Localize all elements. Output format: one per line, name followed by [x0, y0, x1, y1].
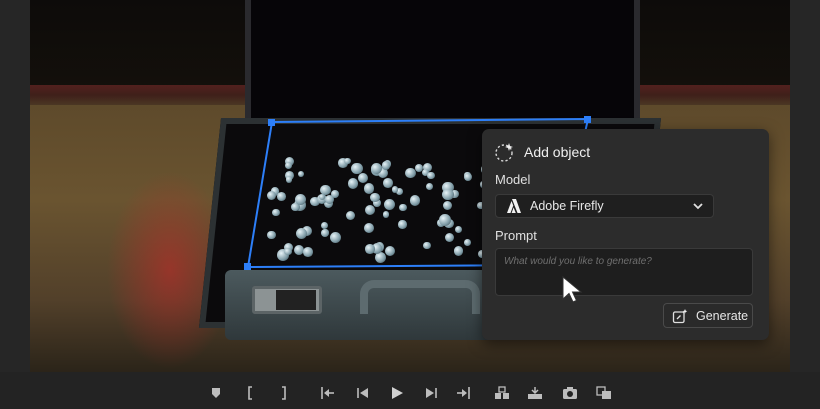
- play-icon[interactable]: [389, 386, 405, 400]
- go-to-in-icon[interactable]: [319, 386, 335, 400]
- add-object-sparkle-icon: [495, 143, 513, 162]
- step-back-icon[interactable]: [355, 386, 371, 400]
- go-to-out-icon[interactable]: [456, 386, 472, 400]
- briefcase-lid: [245, 0, 640, 122]
- selection-handle-top-right[interactable]: [584, 116, 591, 123]
- export-frame-icon[interactable]: [562, 386, 578, 400]
- briefcase-lock-dial: [276, 290, 316, 310]
- insert-icon[interactable]: [494, 386, 510, 400]
- transport-toolbar: [0, 372, 820, 409]
- marker-icon[interactable]: [208, 386, 224, 400]
- selection-handle-bottom-left[interactable]: [244, 263, 251, 270]
- right-margin: [790, 0, 820, 372]
- overwrite-icon[interactable]: [527, 386, 543, 400]
- generate-icon: [672, 308, 688, 323]
- mouse-pointer-icon: [562, 275, 583, 303]
- prompt-input[interactable]: [495, 248, 753, 296]
- compare-icon[interactable]: [596, 386, 612, 400]
- mark-out-icon[interactable]: [276, 386, 292, 400]
- panel-title: Add object: [524, 144, 591, 160]
- generate-button[interactable]: Generate: [663, 303, 753, 328]
- step-forward-icon[interactable]: [423, 386, 439, 400]
- mark-in-icon[interactable]: [242, 386, 258, 400]
- model-label: Model: [495, 172, 531, 187]
- generate-label: Generate: [696, 308, 749, 323]
- briefcase-handle: [360, 280, 480, 314]
- left-margin: [0, 0, 30, 372]
- model-value: Adobe Firefly: [530, 199, 604, 213]
- panel-header: Add object: [494, 141, 590, 163]
- model-select[interactable]: Adobe Firefly: [495, 194, 714, 218]
- chevron-down-icon: [693, 203, 703, 210]
- prompt-label: Prompt: [495, 228, 537, 243]
- selection-handle-top-left[interactable]: [268, 119, 275, 126]
- adobe-firefly-logo-icon: [507, 199, 521, 213]
- add-object-panel: Add object Model Adobe Firefly Prompt Ge…: [482, 129, 769, 340]
